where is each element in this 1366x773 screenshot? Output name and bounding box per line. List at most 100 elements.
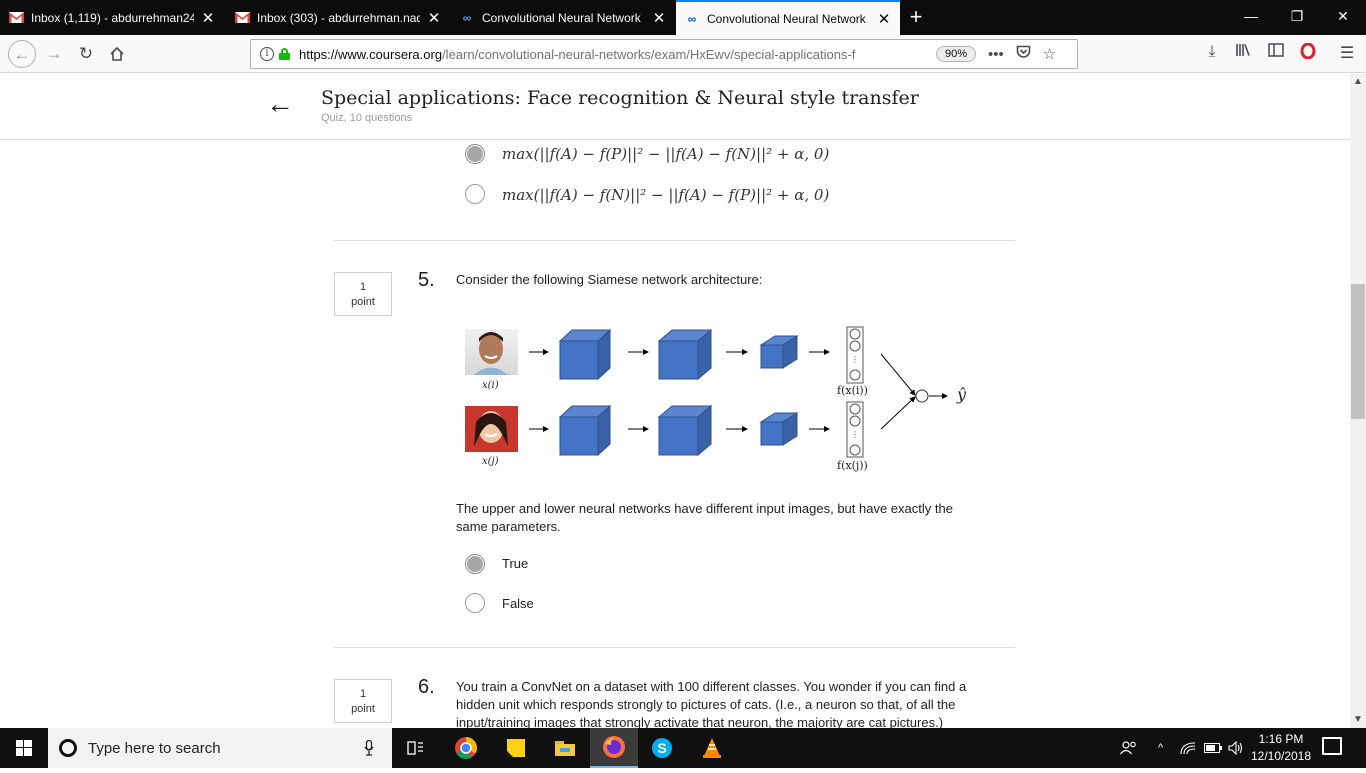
system-clock[interactable]: 1:16 PM 12/10/2018 bbox=[1246, 731, 1316, 765]
points-label: point bbox=[351, 703, 375, 715]
q4-option-2-label: max(||f(A) − f(N)||² − ||f(A) − f(P)||² … bbox=[502, 186, 830, 204]
conv-cube-top-2 bbox=[657, 328, 713, 381]
coursera-icon: ∞ bbox=[462, 10, 472, 25]
page-title: Special applications: Face recognition &… bbox=[321, 87, 919, 109]
points-value: 1 bbox=[359, 688, 367, 700]
tab-coursera-1[interactable]: ∞ Convolutional Neural Network ✕ bbox=[451, 0, 675, 35]
wifi-icon[interactable] bbox=[1180, 728, 1196, 768]
url-text[interactable]: https://www.coursera.org/learn/convoluti… bbox=[299, 47, 919, 62]
task-view-icon[interactable] bbox=[392, 728, 440, 768]
conv-cube-top-3 bbox=[759, 335, 799, 369]
scroll-thumb[interactable] bbox=[1351, 284, 1365, 419]
scroll-up-icon[interactable]: ▲ bbox=[1350, 74, 1366, 90]
encoding-vector-top: ⋮ bbox=[846, 326, 864, 384]
show-hidden-icons-icon[interactable]: ^ bbox=[1158, 728, 1163, 768]
menu-icon[interactable]: ☰ bbox=[1336, 43, 1358, 63]
label-prediction: ŷ bbox=[957, 385, 967, 404]
label-encoding-bottom: f(x(j)) bbox=[837, 459, 868, 472]
q5-option-true-radio[interactable] bbox=[465, 554, 485, 574]
question-divider bbox=[334, 240, 1015, 241]
new-tab-button[interactable]: + bbox=[904, 4, 928, 30]
library-icon[interactable] bbox=[1233, 43, 1255, 62]
close-icon[interactable]: ✕ bbox=[651, 9, 667, 27]
taskbar-search[interactable]: Type here to search bbox=[48, 728, 392, 768]
face-image-top bbox=[465, 329, 518, 375]
label-encoding-top: f(x(i)) bbox=[837, 384, 868, 397]
q5-number: 5. bbox=[418, 269, 435, 291]
q5-prompt: Consider the following Siamese network a… bbox=[456, 272, 763, 287]
home-button[interactable] bbox=[103, 40, 131, 68]
firefox-icon[interactable] bbox=[590, 728, 638, 768]
tab-title: Inbox (1,119) - abdurrehman24 bbox=[31, 10, 194, 25]
q5-option-true-label[interactable]: True bbox=[502, 556, 528, 571]
skype-icon[interactable]: S bbox=[638, 728, 686, 768]
back-arrow-icon[interactable]: ← bbox=[266, 88, 294, 120]
zoom-level[interactable]: 90% bbox=[936, 46, 977, 62]
people-icon[interactable] bbox=[1120, 728, 1138, 768]
question-divider bbox=[334, 647, 1015, 648]
minimize-button[interactable]: — bbox=[1228, 0, 1274, 35]
conv-cube-bottom-1 bbox=[558, 404, 612, 457]
page-subtitle: Quiz, 10 questions bbox=[321, 112, 413, 124]
siamese-network-diagram: ⋮ ⋮ x(i) x(j) f(x(i)) f(x(j)) ŷ bbox=[462, 324, 982, 474]
tab-gmail-2[interactable]: Inbox (303) - abdurrehman.nad ✕ bbox=[226, 0, 450, 35]
points-value: 1 bbox=[359, 281, 367, 293]
search-placeholder: Type here to search bbox=[88, 739, 221, 757]
scroll-down-icon[interactable]: ▼ bbox=[1350, 712, 1366, 728]
info-icon[interactable]: i bbox=[260, 47, 274, 61]
reload-button[interactable]: ↻ bbox=[72, 40, 100, 68]
conv-cube-bottom-2 bbox=[657, 404, 713, 457]
bookmark-star-icon[interactable]: ☆ bbox=[1043, 45, 1056, 63]
q5-option-false-label[interactable]: False bbox=[502, 596, 534, 611]
close-icon[interactable]: ✕ bbox=[426, 9, 442, 27]
more-actions-icon[interactable]: ••• bbox=[988, 46, 1004, 63]
back-button[interactable]: ← bbox=[8, 40, 36, 68]
gmail-icon bbox=[8, 10, 24, 26]
svg-text:⋮: ⋮ bbox=[851, 430, 859, 439]
lock-icon[interactable] bbox=[279, 48, 290, 60]
q6-points-box: 1 point bbox=[334, 679, 392, 723]
q4-option-1-label: max(||f(A) − f(P)||² − ||f(A) − f(N)||² … bbox=[502, 145, 830, 163]
q4-option-1-radio[interactable] bbox=[465, 144, 485, 164]
coursera-icon: ∞ bbox=[687, 11, 697, 26]
quiz-page: ← Special applications: Face recognition… bbox=[0, 74, 1350, 728]
close-icon[interactable]: ✕ bbox=[200, 9, 216, 27]
label-input-top: x(i) bbox=[482, 380, 499, 391]
opera-icon[interactable] bbox=[1297, 42, 1319, 64]
start-button[interactable] bbox=[0, 728, 48, 768]
pocket-icon[interactable] bbox=[1016, 45, 1031, 63]
sidebar-icon[interactable] bbox=[1265, 43, 1287, 62]
tab-coursera-active[interactable]: ∞ Convolutional Neural Network ✕ bbox=[676, 0, 900, 35]
volume-icon[interactable] bbox=[1228, 728, 1244, 768]
navigation-bar: ← → ↻ i https://www.coursera.org/learn/c… bbox=[0, 35, 1366, 73]
q6-number: 6. bbox=[418, 676, 435, 698]
q4-option-2-radio[interactable] bbox=[465, 184, 485, 204]
download-icon[interactable]: ⤓ bbox=[1201, 43, 1223, 61]
address-bar[interactable]: i https://www.coursera.org/learn/convolu… bbox=[250, 39, 1078, 69]
tab-bar: Inbox (1,119) - abdurrehman24 ✕ Inbox (3… bbox=[0, 0, 1366, 35]
gmail-icon bbox=[234, 10, 250, 26]
tab-gmail-1[interactable]: Inbox (1,119) - abdurrehman24 ✕ bbox=[0, 0, 224, 35]
cortana-icon bbox=[59, 739, 77, 757]
microphone-icon[interactable] bbox=[364, 739, 374, 760]
close-window-button[interactable]: ✕ bbox=[1320, 0, 1366, 35]
page-scrollbar[interactable]: ▲ ▼ bbox=[1350, 74, 1366, 728]
action-center-icon[interactable] bbox=[1322, 737, 1342, 755]
close-icon[interactable]: ✕ bbox=[876, 10, 892, 28]
battery-icon[interactable] bbox=[1204, 728, 1222, 768]
forward-button[interactable]: → bbox=[40, 40, 68, 68]
conv-cube-top-1 bbox=[558, 328, 612, 381]
q5-option-false-radio[interactable] bbox=[465, 593, 485, 613]
q5-points-box: 1 point bbox=[334, 272, 392, 316]
output-neuron bbox=[915, 389, 929, 403]
vlc-icon[interactable] bbox=[688, 728, 736, 768]
sticky-notes-icon[interactable] bbox=[492, 728, 540, 768]
windows-taskbar: Type here to search S ^ 1:16 PM 12/10/20… bbox=[0, 728, 1366, 768]
label-input-bottom: x(j) bbox=[482, 456, 499, 467]
chrome-icon[interactable] bbox=[442, 728, 490, 768]
file-explorer-icon[interactable] bbox=[541, 728, 589, 768]
restore-button[interactable]: ❐ bbox=[1274, 0, 1320, 35]
tab-title: Inbox (303) - abdurrehman.nad bbox=[257, 10, 420, 25]
face-image-bottom bbox=[465, 406, 518, 452]
svg-text:S: S bbox=[657, 740, 666, 756]
